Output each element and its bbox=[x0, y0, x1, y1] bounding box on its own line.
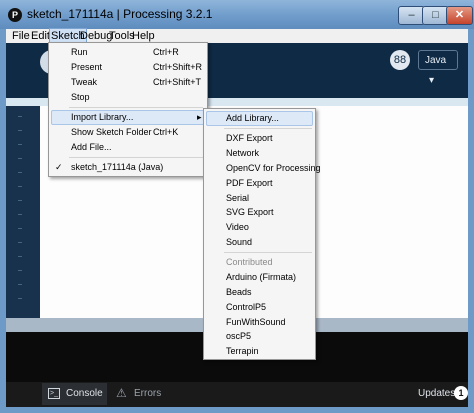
library-item[interactable]: Arduino (Firmata) bbox=[226, 272, 296, 283]
import-library-submenu: Add Library... DXF Export Network OpenCV… bbox=[203, 108, 321, 360]
sketch-dropdown-menu: Run Ctrl+R Present Ctrl+Shift+R Tweak Ct… bbox=[48, 42, 208, 177]
gutter-line-marker bbox=[18, 214, 22, 215]
menu-file[interactable]: File bbox=[12, 29, 30, 43]
shortcut-tweak: Ctrl+Shift+T bbox=[153, 77, 202, 87]
menu-item-sketch-java[interactable]: sketch_171114a (Java) bbox=[71, 162, 163, 173]
gutter-line-marker bbox=[18, 298, 22, 299]
library-item[interactable]: Network bbox=[226, 148, 259, 159]
menu-help[interactable]: Help bbox=[132, 29, 155, 43]
gutter-line-marker bbox=[18, 116, 22, 117]
gutter-line-marker bbox=[18, 242, 22, 243]
gutter-line-marker bbox=[18, 158, 22, 159]
library-item[interactable]: PDF Export bbox=[226, 178, 273, 189]
updates-count-badge[interactable]: 1 bbox=[454, 386, 468, 400]
menu-separator bbox=[224, 128, 312, 129]
library-item[interactable]: SVG Export bbox=[226, 207, 274, 218]
gutter-line-marker bbox=[18, 186, 22, 187]
menu-separator bbox=[69, 157, 203, 158]
library-item[interactable]: Terrapin bbox=[226, 346, 259, 357]
maximize-button[interactable]: □ bbox=[422, 6, 449, 25]
menu-edit[interactable]: Edit bbox=[31, 29, 50, 43]
gutter-line-marker bbox=[18, 200, 22, 201]
gutter-line-marker bbox=[18, 270, 22, 271]
gutter-line-marker bbox=[18, 228, 22, 229]
contributed-section-header: Contributed bbox=[226, 257, 273, 267]
console-tab-label[interactable]: Console bbox=[66, 383, 103, 405]
menu-tools[interactable]: Tools bbox=[109, 29, 135, 43]
line-number-gutter bbox=[6, 106, 40, 318]
tab-errors[interactable]: Errors bbox=[134, 383, 161, 405]
menu-item-present[interactable]: Present bbox=[71, 62, 102, 73]
debugger-icon[interactable]: 88 bbox=[390, 50, 410, 70]
menu-separator bbox=[69, 107, 203, 108]
console-icon: >_ bbox=[48, 388, 60, 399]
title-bar[interactable]: P sketch_171114a | Processing 3.2.1 – □ … bbox=[0, 0, 474, 29]
warning-icon: ⚠ bbox=[116, 386, 127, 400]
shortcut-show-sketch-folder: Ctrl+K bbox=[153, 127, 179, 137]
library-item[interactable]: Video bbox=[226, 222, 249, 233]
submenu-arrow-icon: ▸ bbox=[197, 112, 202, 122]
menu-item-show-sketch-folder[interactable]: Show Sketch Folder bbox=[71, 127, 152, 138]
chevron-down-icon: ▾ bbox=[429, 75, 435, 86]
close-button[interactable]: ✕ bbox=[446, 6, 473, 25]
mode-selector-label: Java bbox=[425, 55, 447, 66]
library-item[interactable]: Sound bbox=[226, 237, 252, 248]
menu-bar: File Edit Sketch Debug Tools Help bbox=[6, 28, 468, 44]
library-item[interactable]: oscP5 bbox=[226, 331, 251, 342]
shortcut-run: Ctrl+R bbox=[153, 47, 179, 57]
library-item[interactable]: Serial bbox=[226, 193, 249, 204]
library-item[interactable]: FunWithSound bbox=[226, 317, 286, 328]
menu-item-import-library[interactable]: Import Library... bbox=[71, 112, 133, 123]
mode-selector[interactable]: Java ▾ bbox=[418, 50, 458, 86]
menu-debug[interactable]: Debug bbox=[80, 29, 112, 43]
menu-item-add-library[interactable]: Add Library... bbox=[226, 113, 279, 124]
processing-app-icon: P bbox=[8, 8, 22, 22]
window-title: sketch_171114a | Processing 3.2.1 bbox=[27, 7, 213, 21]
gutter-line-marker bbox=[18, 256, 22, 257]
gutter-line-marker bbox=[18, 130, 22, 131]
gutter-line-marker bbox=[18, 284, 22, 285]
gutter-line-marker bbox=[18, 172, 22, 173]
processing-window: P sketch_171114a | Processing 3.2.1 – □ … bbox=[0, 0, 474, 413]
library-item[interactable]: Beads bbox=[226, 287, 252, 298]
menu-item-tweak[interactable]: Tweak bbox=[71, 77, 97, 88]
gutter-line-marker bbox=[18, 144, 22, 145]
library-item[interactable]: DXF Export bbox=[226, 133, 273, 144]
library-item[interactable]: ControlP5 bbox=[226, 302, 266, 313]
minimize-button[interactable]: – bbox=[398, 6, 425, 25]
updates-label[interactable]: Updates bbox=[418, 383, 455, 405]
menu-separator bbox=[224, 252, 312, 253]
library-item[interactable]: OpenCV for Processing bbox=[226, 163, 321, 174]
menu-item-add-file[interactable]: Add File... bbox=[71, 142, 112, 153]
menu-item-run[interactable]: Run bbox=[71, 47, 88, 58]
shortcut-present: Ctrl+Shift+R bbox=[153, 62, 203, 72]
menu-item-stop[interactable]: Stop bbox=[71, 92, 90, 103]
check-icon: ✓ bbox=[55, 162, 63, 172]
